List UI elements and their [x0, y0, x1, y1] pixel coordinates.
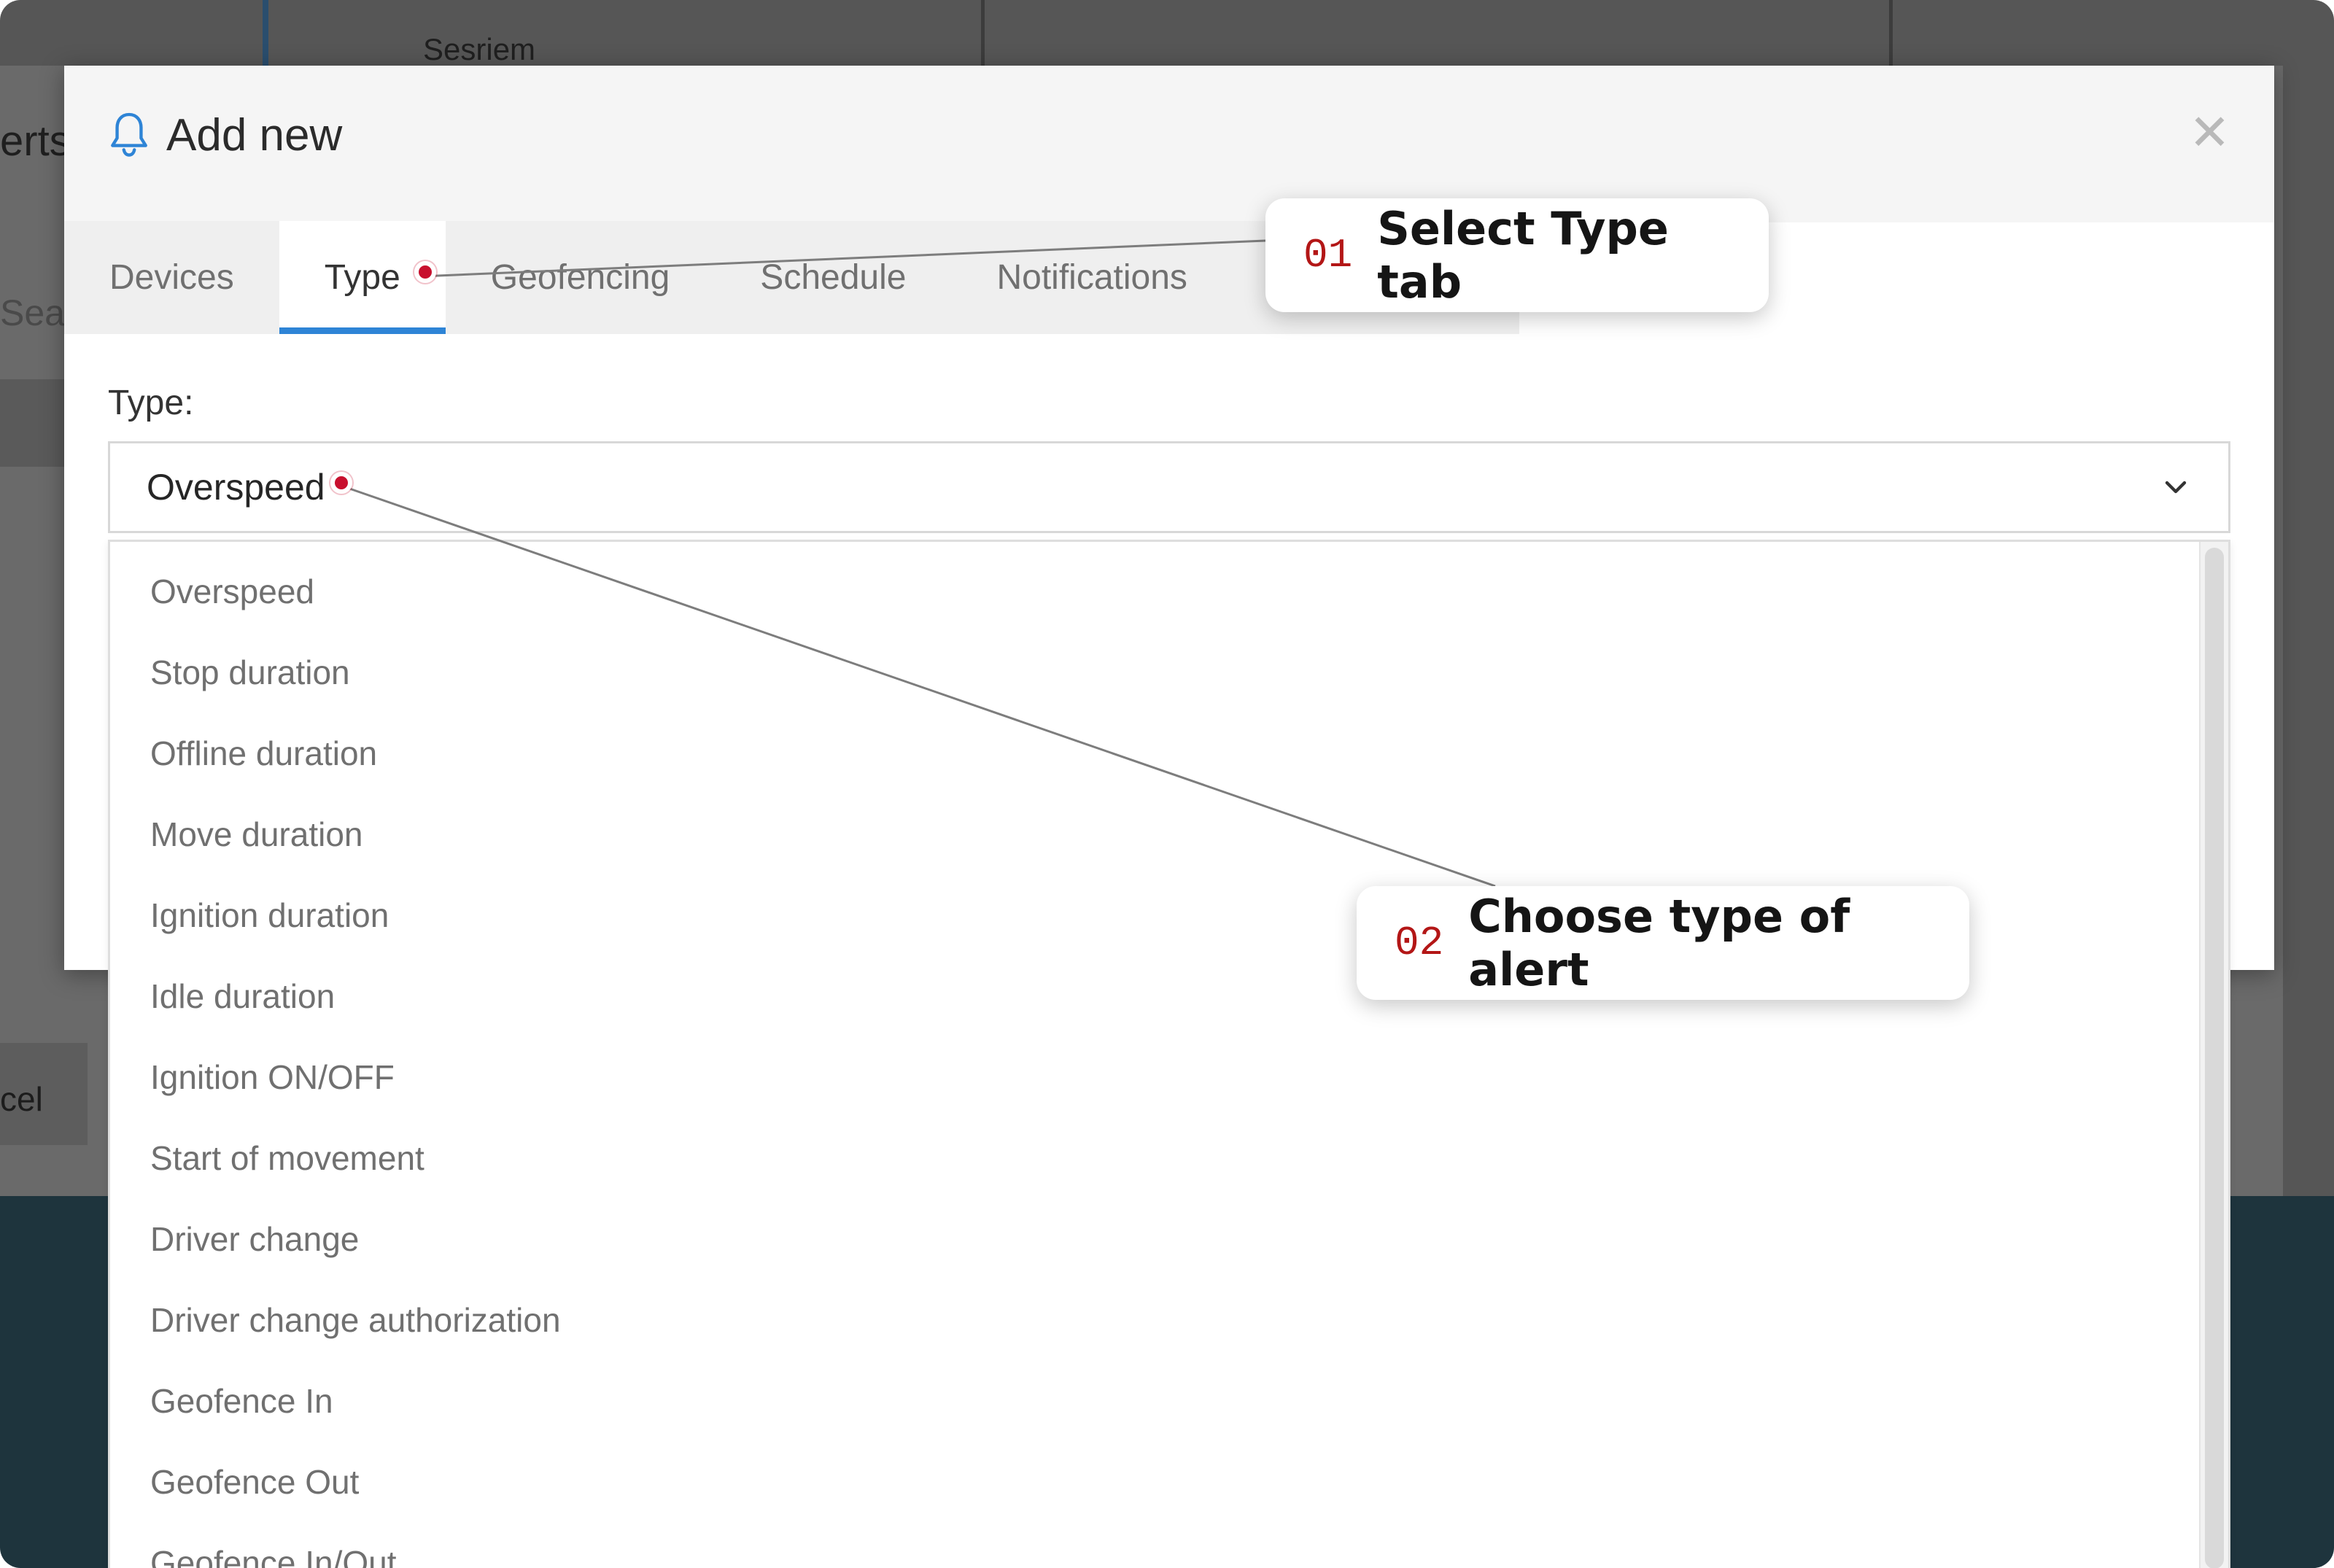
tab-label: Notifications [996, 258, 1187, 297]
type-option[interactable]: Geofence In [110, 1360, 2196, 1441]
type-option[interactable]: Move duration [110, 793, 2196, 874]
bell-icon [111, 112, 147, 157]
type-select[interactable]: Overspeed [108, 441, 2230, 533]
type-option[interactable]: Start of movement [110, 1117, 2196, 1198]
tab-label: Type [324, 258, 400, 297]
tab-geofencing[interactable]: Geofencing [446, 221, 716, 334]
screenshot-stage: Sesriem erts Sear cel Add new ✕ Devices … [0, 0, 2334, 1568]
type-option[interactable]: Geofence Out [110, 1441, 2196, 1522]
background-cancel-label: cel [0, 1080, 43, 1118]
background-cancel-button: cel [0, 1043, 88, 1145]
tab-label: Devices [109, 258, 234, 297]
tab-label: Schedule [760, 258, 907, 297]
type-option[interactable]: Driver change authorization [110, 1279, 2196, 1360]
type-option[interactable]: Stop duration [110, 632, 2196, 713]
dropdown-scrollbar[interactable] [2199, 542, 2228, 1568]
modal-title: Add new [108, 109, 342, 161]
background-page-title: erts [0, 117, 71, 165]
type-field-label: Type: [108, 384, 194, 422]
scrollbar-thumb[interactable] [2205, 548, 2224, 1568]
type-option[interactable]: Offline duration [110, 713, 2196, 793]
type-option[interactable]: Overspeed [110, 551, 2196, 632]
type-option[interactable]: Geofence In/Out [110, 1522, 2196, 1568]
close-icon[interactable]: ✕ [2189, 108, 2230, 158]
type-dropdown-list: Overspeed Stop duration Offline duration Mo… [108, 540, 2230, 1568]
callout-text: Choose type of alert [1468, 890, 1850, 996]
callout-number: 01 [1303, 232, 1353, 279]
map-place-label: Sesriem [423, 32, 536, 66]
tab-notifications[interactable]: Notifications [951, 221, 1232, 334]
tab-schedule[interactable]: Schedule [715, 221, 951, 334]
callout-marker-2 [330, 472, 352, 494]
callout-text: Select Type tab [1377, 202, 1669, 308]
modal-title-text: Add new [166, 110, 343, 160]
callout-marker-1 [414, 260, 436, 283]
callout-number: 02 [1395, 920, 1444, 966]
type-select-value: Overspeed [147, 467, 325, 508]
callout-choose-type: 02 Choose type of alert [1357, 886, 1969, 1000]
tab-label: Geofencing [490, 258, 670, 297]
type-option[interactable]: Driver change [110, 1198, 2196, 1279]
tab-devices[interactable]: Devices [64, 221, 279, 334]
modal-header: Add new ✕ [64, 66, 2274, 222]
type-option[interactable]: Ignition ON/OFF [110, 1036, 2196, 1117]
callout-select-type-tab: 01 Select Type tab [1265, 198, 1769, 312]
type-options: Overspeed Stop duration Offline duration Mo… [110, 551, 2196, 1568]
chevron-down-icon [2165, 481, 2187, 494]
